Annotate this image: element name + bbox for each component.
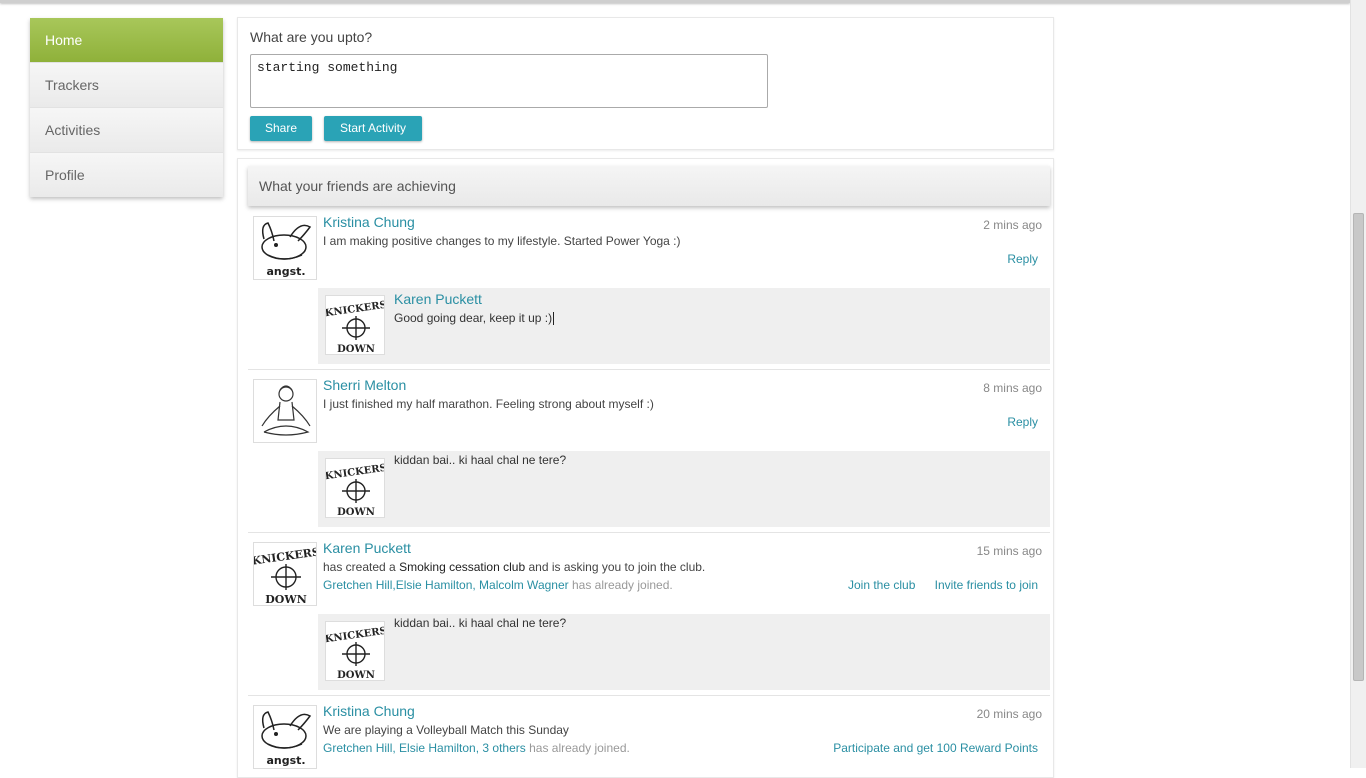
svg-text:angst.: angst. [266,265,305,278]
top-border [0,0,1350,3]
post-author[interactable]: Sherri Melton [323,377,406,393]
svg-text:DOWN: DOWN [337,344,375,355]
post-text: I am making positive changes to my lifes… [323,234,681,248]
avatar-knickers[interactable]: KNICKERS DOWN [325,458,385,518]
reply-block: KNICKERS DOWN kiddan bai.. ki haal chal … [318,451,1050,527]
divider [248,532,1050,533]
status-composer: What are you upto? starting something Sh… [237,17,1054,150]
avatar-bunny[interactable]: angst. [253,705,317,769]
share-button[interactable]: Share [250,116,312,141]
post-time: 8 mins ago [983,381,1042,395]
yoga-avatar-art [261,385,311,436]
bunny-avatar-art: angst. [261,222,312,278]
avatar-knickers[interactable]: KNICKERS DOWN [325,295,385,355]
reply-text[interactable]: Good going dear, keep it up :) [394,311,555,326]
participate-link[interactable]: Participate and get 100 Reward Points [833,741,1038,755]
reply-author[interactable]: Karen Puckett [394,291,482,307]
joined-names[interactable]: Gretchen Hill, Elsie Hamilton, 3 others [323,741,526,755]
avatar-bunny[interactable]: angst. [253,216,317,280]
post-time: 15 mins ago [976,544,1042,558]
join-club-link[interactable]: Join the club [848,578,915,592]
svg-text:angst.: angst. [266,754,305,767]
reply-link[interactable]: Reply [1007,415,1038,429]
start-activity-button[interactable]: Start Activity [324,116,422,141]
post-author[interactable]: Kristina Chung [323,703,415,719]
knickers-avatar-art: KNICKERS DOWN [326,300,384,355]
scrollbar-thumb[interactable] [1353,213,1364,681]
reply-link[interactable]: Reply [1007,252,1038,266]
knickers-avatar-art: KNICKERS DOWN [326,463,384,518]
post-author[interactable]: Kristina Chung [323,214,415,230]
avatar-knickers[interactable]: KNICKERS DOWN [253,542,317,606]
friends-feed: What your friends are achieving angst. K… [237,158,1054,778]
divider [248,695,1050,696]
reply-block: KNICKERS DOWN kiddan bai.. ki haal chal … [318,614,1050,690]
svg-text:DOWN: DOWN [337,507,375,518]
joined-list: Gretchen Hill,Elsie Hamilton, Malcolm Wa… [323,578,673,592]
post-text: has created a Smoking cessation club and… [323,560,706,574]
svg-text:DOWN: DOWN [265,593,307,606]
knickers-avatar-art: KNICKERS DOWN [254,545,316,606]
post-author[interactable]: Karen Puckett [323,540,411,556]
sidebar-item-activities[interactable]: Activities [30,108,223,153]
feed-header: What your friends are achieving [248,166,1050,206]
sidebar-item-trackers[interactable]: Trackers [30,63,223,108]
svg-text:DOWN: DOWN [337,670,375,681]
status-input[interactable]: starting something [250,54,768,108]
avatar-yoga[interactable] [253,379,317,443]
sidebar-nav: Home Trackers Activities Profile [30,18,223,197]
avatar-knickers[interactable]: KNICKERS DOWN [325,621,385,681]
page-scrollbar[interactable] [1350,0,1366,768]
sidebar-item-home[interactable]: Home [30,18,223,63]
divider [248,369,1050,370]
club-name-link[interactable]: Smoking cessation club [399,560,525,574]
joined-names[interactable]: Gretchen Hill,Elsie Hamilton, Malcolm Wa… [323,578,569,592]
joined-list: Gretchen Hill, Elsie Hamilton, 3 others … [323,741,630,755]
text-caret [553,312,555,326]
post-time: 2 mins ago [983,218,1042,232]
invite-friends-link[interactable]: Invite friends to join [935,578,1038,592]
sidebar-item-profile[interactable]: Profile [30,153,223,197]
reply-text[interactable]: kiddan bai.. ki haal chal ne tere? [394,453,566,467]
post-time: 20 mins ago [976,707,1042,721]
status-question: What are you upto? [250,29,373,45]
reply-text[interactable]: kiddan bai.. ki haal chal ne tere? [394,616,566,630]
post-text: I just finished my half marathon. Feelin… [323,397,654,411]
reply-block: KNICKERS DOWN Karen Puckett Good going d… [318,288,1050,364]
bunny-avatar-art: angst. [261,711,312,767]
knickers-avatar-art: KNICKERS DOWN [326,626,384,681]
post-text: We are playing a Volleyball Match this S… [323,723,569,737]
